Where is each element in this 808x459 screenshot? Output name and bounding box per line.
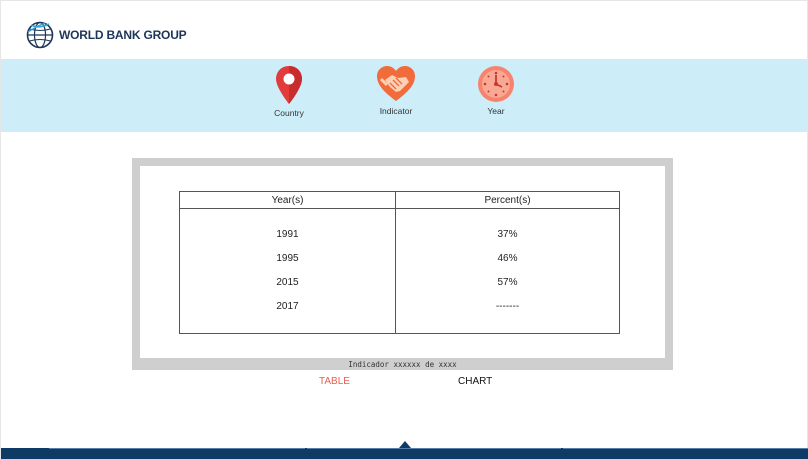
footer-divider (307, 448, 561, 449)
table-panel-inner: Year(s) Percent(s) 1991 37% 1995 46% 201… (140, 166, 665, 358)
cell-percent: ------- (495, 301, 520, 312)
footer-divider (563, 448, 808, 449)
location-pin-icon (276, 66, 302, 104)
selector-band: Country Indicator Year (1, 59, 808, 132)
brand-logo[interactable]: WORLD BANK GROUP (25, 20, 187, 50)
globe-icon (26, 21, 54, 49)
table-row: 2017 ------- (179, 294, 620, 319)
footer-notch (399, 441, 411, 448)
brand-name: WORLD BANK GROUP (59, 28, 187, 42)
country-label: Country (274, 108, 304, 118)
table-row: 1991 37% (179, 222, 620, 247)
chart-view-tab[interactable]: CHART (458, 376, 492, 387)
data-table: Year(s) Percent(s) 1991 37% 1995 46% 201… (179, 191, 620, 334)
cell-percent: 57% (497, 277, 518, 288)
table-panel: Year(s) Percent(s) 1991 37% 1995 46% 201… (132, 158, 673, 370)
header: WORLD BANK GROUP (1, 1, 808, 59)
indicator-label: Indicator (379, 106, 413, 116)
footer-bar (1, 448, 808, 459)
country-selector[interactable]: Country (265, 65, 313, 118)
year-selector[interactable]: Year (473, 65, 519, 116)
cell-year: 1991 (179, 222, 396, 247)
table-row: 1995 46% (179, 246, 620, 271)
cell-percent: 37% (497, 229, 518, 240)
table-spacer (179, 208, 620, 223)
year-label: Year (487, 106, 505, 116)
header-years: Year(s) (179, 191, 396, 209)
header-percents: Percent(s) (395, 191, 620, 209)
table-row: 2015 57% (179, 270, 620, 295)
indicator-selector[interactable]: Indicator (371, 65, 421, 116)
clock-icon (478, 66, 514, 102)
footer-divider (49, 448, 305, 449)
cell-year: 2017 (179, 294, 396, 319)
cell-year: 1995 (179, 246, 396, 271)
handshake-heart-icon (377, 66, 415, 101)
table-spacer (179, 318, 620, 334)
table-caption: Indicador xxxxxx de xxxx (348, 360, 457, 369)
table-view-tab[interactable]: TABLE (319, 376, 350, 387)
cell-percent: 46% (497, 253, 518, 264)
table-header-row: Year(s) Percent(s) (179, 191, 620, 209)
cell-year: 2015 (179, 270, 396, 295)
